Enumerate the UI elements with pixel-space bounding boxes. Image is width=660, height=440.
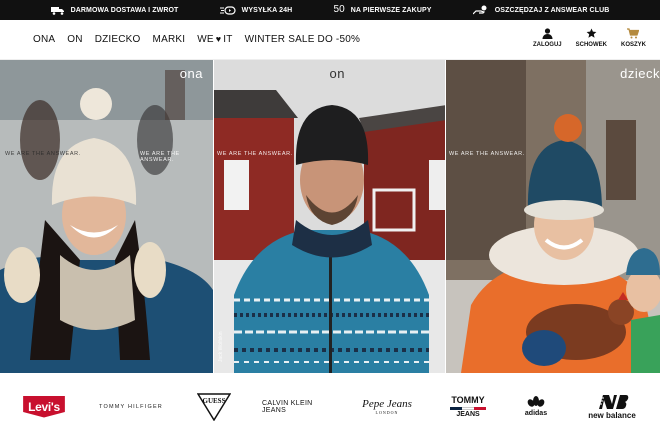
brand-guess[interactable]: GUESS [192, 392, 236, 421]
brand-tommy-hilfiger[interactable]: TOMMY HILFIGER [96, 404, 166, 410]
brand-tommy-jeans[interactable]: TOMMY JEANS [446, 394, 490, 418]
tommy-hilfiger-logo: TOMMY HILFIGER [99, 403, 163, 410]
levis-logo: Levi's [23, 395, 65, 418]
hero-image-child [446, 60, 660, 373]
nav-item-on[interactable]: ON [67, 34, 82, 45]
brand-logos: Levi's TOMMY HILFIGER GUESS CALVIN KLEIN… [0, 373, 660, 440]
star-icon [586, 28, 597, 39]
fifty-badge-icon: 50 [333, 4, 345, 15]
we-love-it-before: WE [197, 34, 214, 45]
cart-icon [627, 28, 640, 39]
nav-item-marki[interactable]: MARKI [153, 34, 186, 45]
hero-panel-ona[interactable]: ona WE ARE THE ANSWEAR. WE ARE THE ANSWE… [0, 60, 213, 373]
brand-adidas[interactable]: adidas [516, 396, 556, 417]
pepe-jeans-logo-sub: LONDON [375, 409, 399, 415]
hand-coin-icon [472, 5, 489, 15]
promo-free-delivery[interactable]: DARMOWA DOSTAWA I ZWROT [50, 6, 179, 15]
promo-answear-club[interactable]: OSZCZĘDZAJ Z ANSWEAR CLUB [472, 5, 610, 15]
promo-shipping-24h-label: WYSYŁKA 24H [241, 6, 293, 14]
nav-item-dziecko[interactable]: DZIECKO [95, 34, 141, 45]
nav-item-we-love-it[interactable]: WE ♥ IT [197, 34, 232, 45]
tommy-jeans-logo: TOMMY JEANS [450, 394, 486, 418]
guess-logo: GUESS [197, 392, 231, 421]
brand-levis[interactable]: Levi's [18, 395, 70, 418]
hero-tagline-ona-2: WE ARE THE ANSWEAR. [140, 151, 180, 163]
truck-icon [50, 6, 65, 15]
tommy-jeans-top: TOMMY [451, 394, 485, 405]
wishlist-label: SCHOWEK [575, 42, 607, 48]
hero-panel-dziecko[interactable]: dzieck WE ARE THE ANSWEAR. [446, 60, 660, 373]
hero-panel-on[interactable]: on WE ARE THE ANSWEAR. Jack Wolfskin [213, 60, 446, 373]
hero-banner: ona WE ARE THE ANSWEAR. WE ARE THE ANSWE… [0, 60, 660, 373]
promo-free-delivery-label: DARMOWA DOSTAWA I ZWROT [70, 6, 179, 14]
promo-first-purchase[interactable]: 50 NA PIERWSZE ZAKUPY [333, 5, 431, 15]
panel-label-ona[interactable]: ona [180, 66, 203, 81]
calvin-klein-logo: CALVIN KLEIN JEANS [262, 399, 313, 414]
hero-image-man [214, 60, 445, 373]
new-balance-nb-icon [594, 394, 629, 412]
tommy-jeans-bottom: JEANS [456, 410, 480, 418]
adidas-trefoil-icon [527, 396, 545, 410]
new-balance-logo: new balance [588, 394, 636, 420]
pepe-jeans-logo-text: Pepe Jeans [362, 397, 412, 410]
adidas-logo: adidas [525, 396, 547, 417]
panel-label-on[interactable]: on [330, 66, 345, 81]
login-label: ZALOGUJ [532, 42, 562, 48]
heart-icon: ♥ [215, 34, 222, 44]
promo-bar: DARMOWA DOSTAWA I ZWROT WYSYŁKA 24H 50 N… [0, 0, 660, 20]
panel-label-dziecko[interactable]: dzieck [620, 66, 660, 81]
new-balance-logo-text: new balance [588, 410, 636, 420]
nav-item-winter-sale[interactable]: WINTER SALE DO -50% [245, 34, 361, 45]
we-love-it-after: IT [223, 34, 233, 45]
nav-item-ona[interactable]: ONA [33, 34, 55, 45]
promo-first-purchase-label: NA PIERWSZE ZAKUPY [350, 6, 432, 14]
promo-answear-club-label: OSZCZĘDZAJ Z ANSWEAR CLUB [494, 6, 610, 14]
pepe-jeans-logo: Pepe Jeans LONDON [362, 397, 412, 415]
fast-delivery-icon [219, 5, 236, 15]
hero-tagline-ona: WE ARE THE ANSWEAR. [5, 151, 81, 157]
brand-new-balance[interactable]: new balance [582, 394, 642, 420]
hero-image-woman [0, 60, 213, 373]
brand-calvin-klein[interactable]: CALVIN KLEIN JEANS [262, 400, 328, 414]
login-button[interactable]: ZALOGUJ [533, 28, 562, 48]
tommy-flag-icon [450, 406, 486, 410]
adidas-logo-text: adidas [524, 410, 548, 417]
header-actions: ZALOGUJ SCHOWEK KOSZYK [533, 28, 646, 48]
cart-label: KOSZYK [620, 42, 646, 48]
user-icon [542, 28, 553, 39]
main-nav: ONA ON DZIECKO MARKI WE ♥ IT WINTER SALE D… [0, 34, 360, 45]
hero-tagline-on: WE ARE THE ANSWEAR. [217, 151, 293, 157]
hero-tagline-dziecko: WE ARE THE ANSWEAR. [449, 151, 525, 157]
cart-button[interactable]: KOSZYK [621, 28, 646, 48]
wishlist-button[interactable]: SCHOWEK [576, 28, 607, 48]
guess-logo-text: GUESS [202, 396, 226, 405]
photo-credit: Jack Wolfskin [218, 331, 224, 362]
promo-shipping-24h[interactable]: WYSYŁKA 24H [219, 5, 293, 15]
brand-pepe-jeans[interactable]: Pepe Jeans LONDON [354, 397, 420, 415]
site-header: ONA ON DZIECKO MARKI WE ♥ IT WINTER SALE D… [0, 20, 660, 60]
